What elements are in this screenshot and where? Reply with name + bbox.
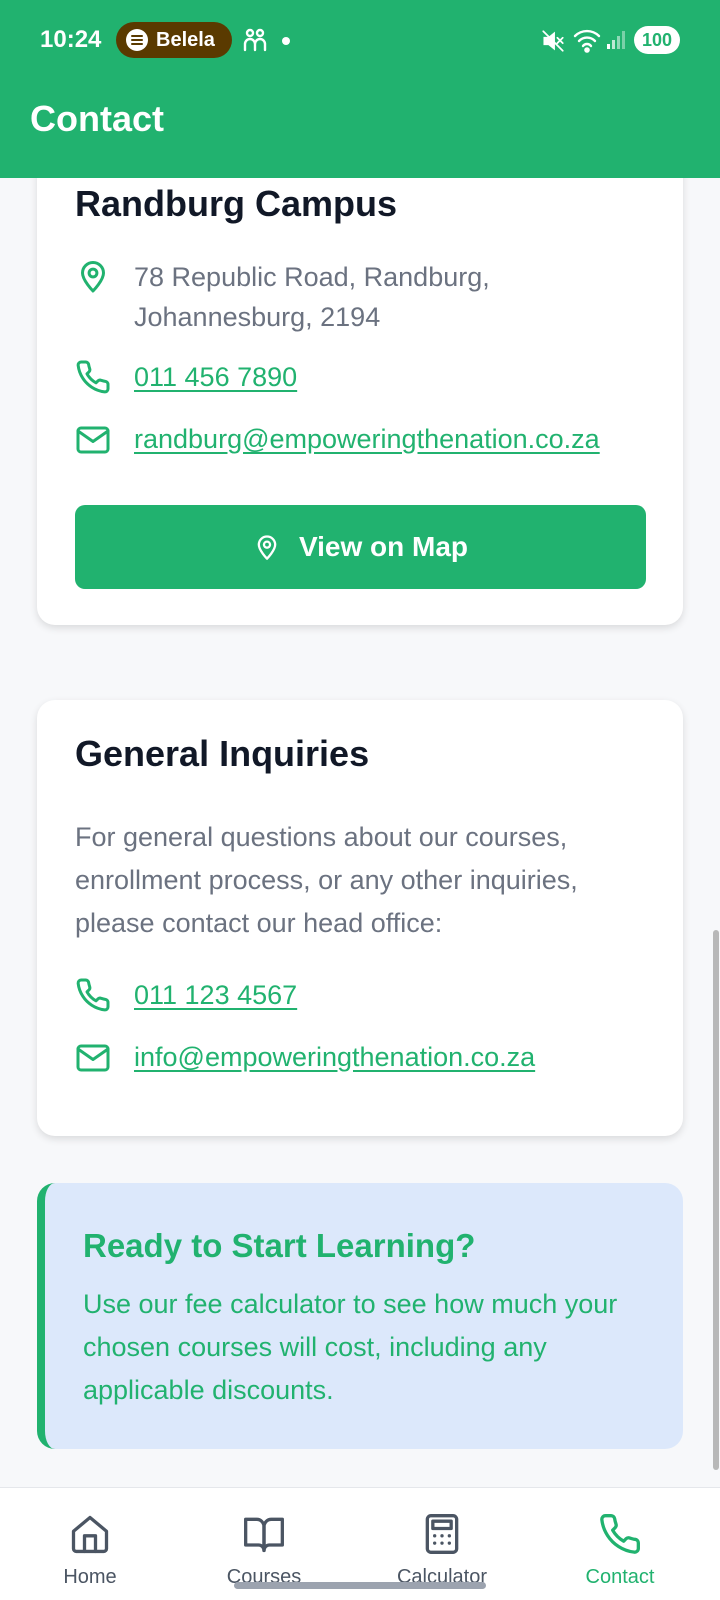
mute-icon [540, 28, 566, 59]
status-bar: 10:24 Belela 100 [0, 0, 720, 80]
nav-item-contact[interactable]: Contact [530, 1488, 710, 1600]
phone-icon [75, 359, 111, 400]
address-line1: 78 Republic Road, Randburg, [134, 262, 490, 292]
general-description: For general questions about our courses,… [75, 822, 578, 938]
phone-icon [600, 1514, 640, 1554]
calculator-icon [425, 1514, 459, 1554]
address-text: 78 Republic Road, Randburg, Johannesburg… [134, 257, 490, 337]
book-icon [244, 1517, 284, 1553]
wifi-icon [572, 26, 602, 59]
nav-label-contact: Contact [585, 1566, 655, 1588]
family-icon [242, 28, 268, 57]
general-phone-link[interactable]: 011 123 4567 [134, 980, 297, 1011]
mail-icon [75, 424, 111, 461]
card-title: General Inquiries [75, 733, 370, 774]
mail-icon [75, 1042, 111, 1079]
media-label: Belela [156, 28, 215, 51]
promo-title: Ready to Start Learning? [83, 1227, 476, 1264]
randburg-campus-card: Randburg Campus 78 Republic Road, Randbu… [37, 140, 683, 625]
home-indicator[interactable] [234, 1582, 486, 1589]
signal-icon [606, 28, 628, 55]
scrollbar[interactable] [713, 930, 719, 1470]
spotify-icon [126, 29, 148, 51]
view-on-map-label: View on Map [298, 531, 469, 562]
randburg-phone-link[interactable]: 011 456 7890 [134, 362, 297, 393]
card-title: Randburg Campus [75, 183, 398, 224]
page-title: Contact [30, 98, 164, 139]
randburg-email-link[interactable]: randburg@empoweringthenation.co.za [134, 424, 600, 455]
media-pill[interactable]: Belela [116, 22, 232, 58]
address-line2: Johannesburg, 2194 [134, 302, 381, 332]
general-inquiries-card: General Inquiries For general questions … [37, 700, 683, 1136]
notification-dot-icon [282, 37, 290, 45]
promo-box: Ready to Start Learning? Use our fee cal… [37, 1183, 683, 1449]
status-time: 10:24 [40, 26, 102, 53]
nav-label-home: Home [63, 1566, 117, 1588]
general-email-link[interactable]: info@empoweringthenation.co.za [134, 1042, 535, 1073]
phone-icon [75, 977, 111, 1018]
map-pin-icon [257, 535, 277, 560]
promo-text: Use our fee calculator to see how much y… [83, 1289, 618, 1405]
location-pin-icon [75, 258, 111, 299]
nav-item-home[interactable]: Home [0, 1488, 180, 1600]
home-icon [71, 1515, 109, 1554]
battery-indicator: 100 [634, 26, 680, 54]
view-on-map-button[interactable]: View on Map [75, 505, 646, 589]
app-header: 10:24 Belela 100 Contact [0, 0, 720, 178]
